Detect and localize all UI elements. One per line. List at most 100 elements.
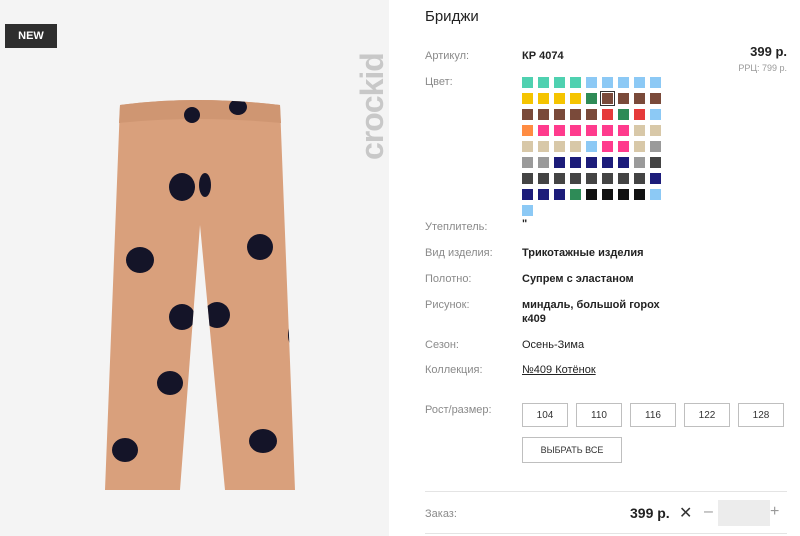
divider — [425, 491, 787, 492]
color-swatch[interactable] — [650, 157, 661, 168]
color-swatch[interactable] — [522, 109, 533, 120]
size-button[interactable]: 116 — [630, 403, 676, 427]
increment-button[interactable]: + — [770, 503, 779, 521]
color-swatch[interactable] — [554, 77, 565, 88]
color-swatch[interactable] — [586, 173, 597, 184]
color-swatch[interactable] — [650, 125, 661, 136]
color-swatch[interactable] — [586, 109, 597, 120]
color-swatch[interactable] — [634, 93, 645, 104]
color-swatch[interactable] — [570, 125, 581, 136]
color-swatch[interactable] — [634, 141, 645, 152]
new-badge: NEW — [5, 24, 57, 48]
color-swatch[interactable] — [586, 125, 597, 136]
color-swatch[interactable] — [618, 125, 629, 136]
color-swatch[interactable] — [586, 157, 597, 168]
color-label: Цвет: — [425, 76, 453, 88]
season-label: Сезон: — [425, 339, 459, 351]
color-swatch[interactable] — [618, 77, 629, 88]
insulation-value: " — [522, 218, 528, 230]
color-swatch[interactable] — [570, 141, 581, 152]
decrement-button[interactable]: – — [704, 503, 713, 521]
divider — [425, 533, 787, 534]
color-swatch[interactable] — [602, 189, 613, 200]
color-swatch[interactable] — [602, 173, 613, 184]
insulation-label: Утеплитель: — [425, 221, 488, 233]
product-photo: NEW crockid — [0, 0, 390, 536]
color-swatch[interactable] — [570, 189, 581, 200]
color-swatch[interactable] — [538, 189, 549, 200]
color-swatches — [522, 77, 666, 216]
color-swatch[interactable] — [538, 93, 549, 104]
color-swatch[interactable] — [650, 77, 661, 88]
color-swatch[interactable] — [634, 77, 645, 88]
color-swatch[interactable] — [570, 157, 581, 168]
color-swatch[interactable] — [554, 157, 565, 168]
color-swatch[interactable] — [602, 109, 613, 120]
color-swatch[interactable] — [522, 157, 533, 168]
color-swatch[interactable] — [634, 125, 645, 136]
color-swatch[interactable] — [634, 189, 645, 200]
color-swatch[interactable] — [538, 109, 549, 120]
collection-label: Коллекция: — [425, 364, 483, 376]
size-button[interactable]: 104 — [522, 403, 568, 427]
collection-link[interactable]: №409 Котёнок — [522, 364, 596, 376]
color-swatch[interactable] — [570, 109, 581, 120]
color-swatch[interactable] — [586, 93, 597, 104]
color-swatch[interactable] — [586, 189, 597, 200]
color-swatch[interactable] — [600, 91, 615, 106]
size-button[interactable]: 110 — [576, 403, 622, 427]
color-swatch[interactable] — [634, 173, 645, 184]
pattern-value-line1: миндаль, большой горох — [522, 299, 660, 311]
color-swatch[interactable] — [650, 109, 661, 120]
color-swatch[interactable] — [570, 93, 581, 104]
color-swatch[interactable] — [554, 189, 565, 200]
kind-value: Трикотажные изделия — [522, 247, 644, 259]
color-swatch[interactable] — [570, 77, 581, 88]
color-swatch[interactable] — [522, 77, 533, 88]
color-swatch[interactable] — [554, 173, 565, 184]
order-label: Заказ: — [425, 508, 457, 520]
brand-logo: crockid — [354, 53, 390, 160]
color-swatch[interactable] — [538, 173, 549, 184]
pattern-value-line2: к409 — [522, 313, 546, 325]
color-swatch[interactable] — [538, 157, 549, 168]
color-swatch[interactable] — [538, 125, 549, 136]
color-swatch[interactable] — [650, 189, 661, 200]
color-swatch[interactable] — [554, 141, 565, 152]
rrp-price: РРЦ: 799 р. — [738, 63, 787, 73]
color-swatch[interactable] — [618, 173, 629, 184]
color-swatch[interactable] — [538, 77, 549, 88]
color-swatch[interactable] — [602, 157, 613, 168]
size-button[interactable]: 122 — [684, 403, 730, 427]
quantity-input[interactable] — [718, 500, 770, 526]
color-swatch[interactable] — [586, 77, 597, 88]
color-swatch[interactable] — [522, 173, 533, 184]
color-swatch[interactable] — [650, 93, 661, 104]
select-all-button[interactable]: ВЫБРАТЬ ВСЕ — [522, 437, 622, 463]
color-swatch[interactable] — [522, 141, 533, 152]
color-swatch[interactable] — [522, 205, 533, 216]
color-swatch[interactable] — [618, 157, 629, 168]
color-swatch[interactable] — [650, 173, 661, 184]
color-swatch[interactable] — [522, 125, 533, 136]
color-swatch[interactable] — [570, 173, 581, 184]
color-swatch[interactable] — [602, 77, 613, 88]
color-swatch[interactable] — [634, 157, 645, 168]
color-swatch[interactable] — [634, 109, 645, 120]
color-swatch[interactable] — [554, 109, 565, 120]
order-price: 399 р. — [630, 505, 670, 521]
color-swatch[interactable] — [522, 93, 533, 104]
color-swatch[interactable] — [538, 141, 549, 152]
color-swatch[interactable] — [618, 189, 629, 200]
color-swatch[interactable] — [602, 125, 613, 136]
color-swatch[interactable] — [618, 93, 629, 104]
color-swatch[interactable] — [618, 109, 629, 120]
color-swatch[interactable] — [586, 141, 597, 152]
color-swatch[interactable] — [602, 141, 613, 152]
color-swatch[interactable] — [554, 125, 565, 136]
color-swatch[interactable] — [618, 141, 629, 152]
color-swatch[interactable] — [522, 189, 533, 200]
color-swatch[interactable] — [554, 93, 565, 104]
color-swatch[interactable] — [650, 141, 661, 152]
size-button[interactable]: 128 — [738, 403, 784, 427]
